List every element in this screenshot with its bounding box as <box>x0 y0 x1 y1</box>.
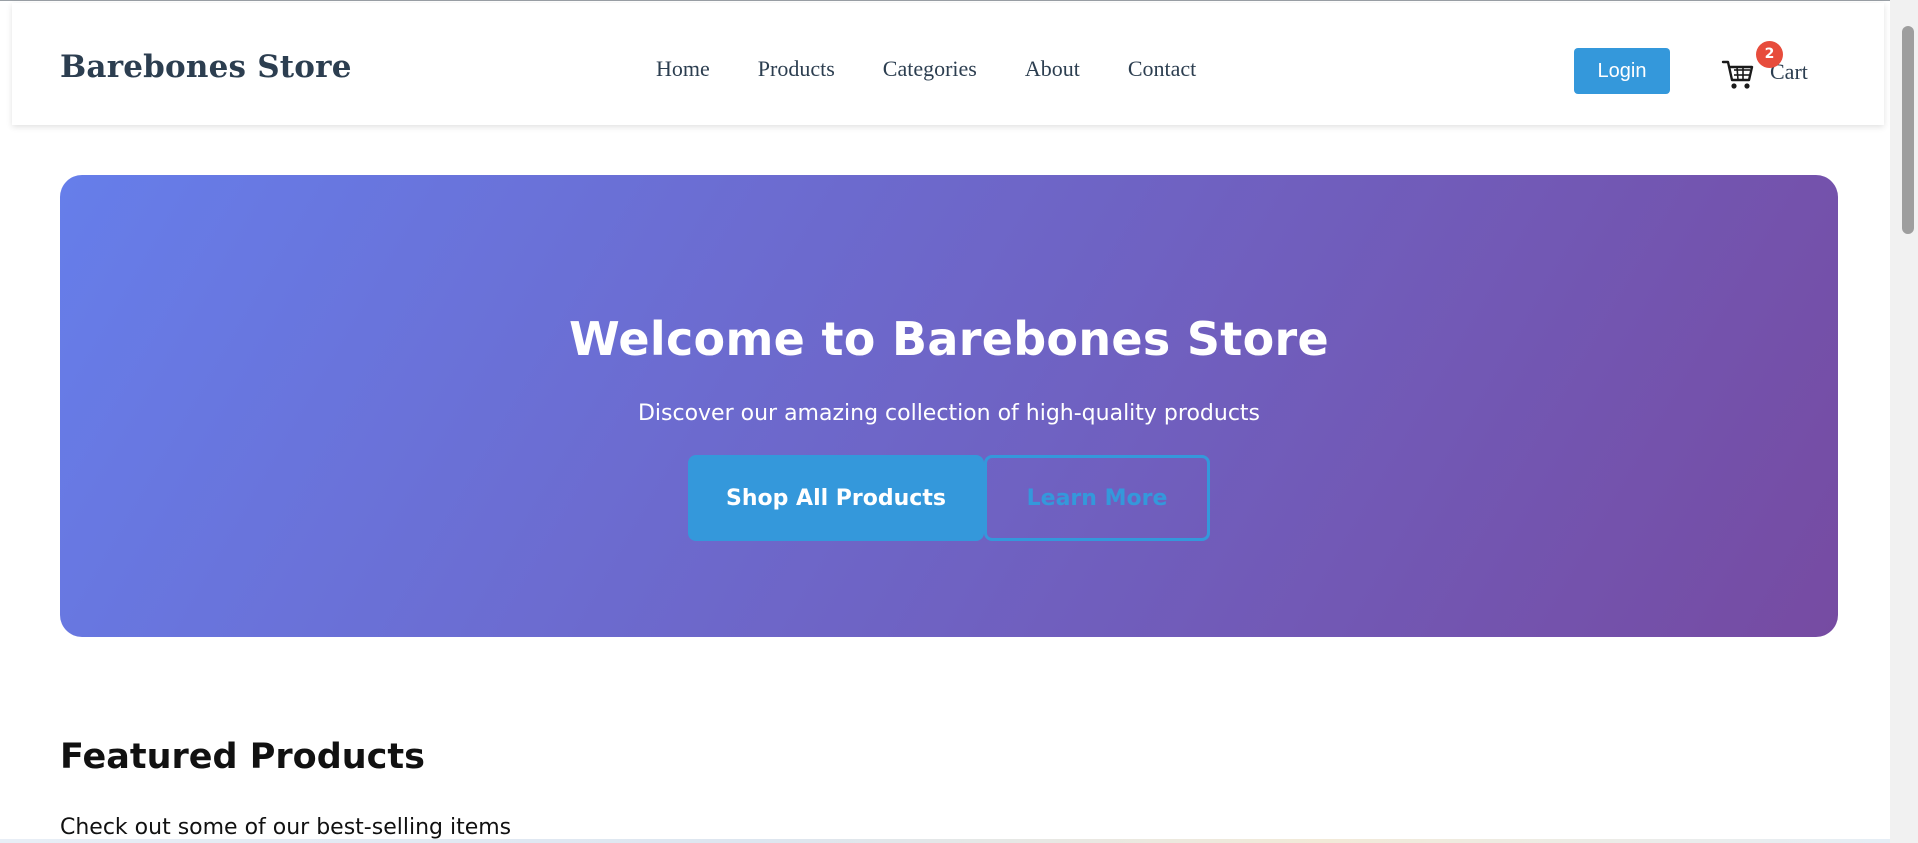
product-grid-edge <box>0 839 1890 843</box>
cart-count-badge: 2 <box>1756 41 1783 68</box>
site-header: Barebones Store Home Products Categories… <box>12 3 1884 125</box>
nav-home-link[interactable]: Home <box>656 56 710 82</box>
cart-link[interactable]: 2 Cart <box>1720 41 1808 97</box>
nav-contact-link[interactable]: Contact <box>1128 56 1196 82</box>
shopping-cart-icon <box>1720 56 1756 92</box>
main-nav: Home Products Categories About Contact <box>656 56 1244 82</box>
store-logo[interactable]: Barebones Store <box>60 49 352 85</box>
hero-subtitle: Discover our amazing collection of high-… <box>637 401 1261 426</box>
featured-products-subtitle: Check out some of our best-selling items <box>60 815 512 840</box>
page: Barebones Store Home Products Categories… <box>0 0 1890 843</box>
scrollbar-thumb[interactable] <box>1902 26 1914 234</box>
hero-title: Welcome to Barebones Store <box>569 312 1329 366</box>
nav-products-link[interactable]: Products <box>758 56 835 82</box>
shop-all-products-button[interactable]: Shop All Products <box>688 455 984 541</box>
login-button[interactable]: Login <box>1574 48 1670 94</box>
hero-actions: Shop All Products Learn More <box>688 455 1210 541</box>
nav-about-link[interactable]: About <box>1025 56 1080 82</box>
nav-categories-link[interactable]: Categories <box>883 56 977 82</box>
learn-more-button[interactable]: Learn More <box>984 455 1210 541</box>
hero-banner: Welcome to Barebones Store Discover our … <box>60 175 1838 637</box>
featured-products-heading: Featured Products <box>60 737 425 777</box>
